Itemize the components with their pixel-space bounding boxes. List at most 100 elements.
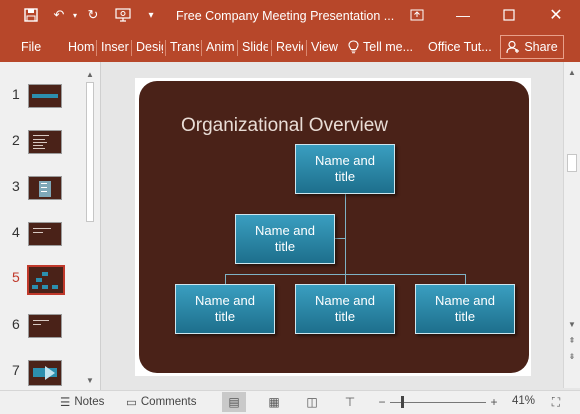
thumbnail-item[interactable]: 5 <box>0 265 84 303</box>
ribbon-display-icon[interactable] <box>402 4 432 26</box>
node-line2: title <box>214 309 236 324</box>
zoom-slider-thumb[interactable] <box>401 396 404 408</box>
org-node-bottom-center[interactable]: Name and title <box>295 284 395 334</box>
tab-animations[interactable]: Animations <box>206 40 235 54</box>
node-line2: title <box>454 309 476 324</box>
node-line2: title <box>274 239 296 254</box>
node-line1: Name and <box>255 223 315 238</box>
ribbon-tabs: File Home Insert Design Transitions Anim… <box>0 32 580 62</box>
slide-thumbnail[interactable] <box>28 314 62 338</box>
org-node-top[interactable]: Name and title <box>295 144 395 194</box>
reading-view-icon[interactable]: ◫ <box>300 392 324 412</box>
thumbnail-number: 2 <box>12 132 20 148</box>
zoom-in-icon[interactable]: + <box>482 392 506 412</box>
tell-me-box[interactable]: Tell me... <box>348 40 413 54</box>
tab-divider <box>165 40 166 56</box>
org-connector <box>345 194 346 278</box>
title-bar: ↶ ▾ ↻ ▾ Free Company Meeting Presentatio… <box>0 0 580 32</box>
fit-to-window-icon[interactable]: ⛶ <box>544 392 568 412</box>
undo-dropdown-icon[interactable]: ▾ <box>66 6 84 24</box>
tab-design[interactable]: Design <box>136 40 163 54</box>
tab-home[interactable]: Home <box>68 40 95 54</box>
zoom-level[interactable]: 41% <box>512 395 535 407</box>
org-connector <box>465 274 466 284</box>
slide-thumbnail[interactable] <box>28 176 62 200</box>
scroll-down-icon[interactable]: ▼ <box>566 318 578 330</box>
node-line2: title <box>334 309 356 324</box>
slide-thumbnail[interactable] <box>28 130 62 154</box>
notes-button[interactable]: ☰ Notes <box>60 395 104 409</box>
scroll-up-icon[interactable]: ▲ <box>84 68 96 80</box>
thumbnail-number: 7 <box>12 362 20 378</box>
tab-divider <box>131 40 132 56</box>
next-slide-icon[interactable]: ⇟ <box>566 350 578 362</box>
slide-thumbnail-selected[interactable] <box>27 265 65 295</box>
zoom-slider[interactable] <box>390 402 486 403</box>
scroll-thumb[interactable] <box>86 82 94 222</box>
slide-background: Organizational Overview Name and title Na… <box>139 81 529 373</box>
customize-icon[interactable]: ▾ <box>142 6 160 24</box>
tab-transitions[interactable]: Transitions <box>170 40 199 54</box>
present-icon[interactable] <box>114 6 132 24</box>
scroll-down-icon[interactable]: ▼ <box>84 374 96 386</box>
thumbnail-item[interactable]: 3 <box>0 176 84 212</box>
tab-file[interactable]: File <box>21 40 41 54</box>
save-icon[interactable] <box>22 6 40 24</box>
thumbnail-number: 1 <box>12 86 20 102</box>
node-line1: Name and <box>195 293 255 308</box>
org-connector <box>345 274 346 284</box>
minimize-icon[interactable]: — <box>448 4 478 26</box>
maximize-icon[interactable] <box>494 4 524 26</box>
editor-scrollbar[interactable]: ▲ ▼ ⇞ ⇟ <box>563 62 580 388</box>
tab-divider <box>201 40 202 56</box>
org-node-bottom-left[interactable]: Name and title <box>175 284 275 334</box>
tab-divider <box>96 40 97 56</box>
tab-office-tutorials[interactable]: Office Tut... <box>428 40 494 54</box>
status-bar: ☰ Notes ▭ Comments ▤ ▦ ◫ ⊤ − + 41% ⛶ <box>0 390 580 414</box>
slide-sorter-icon[interactable]: ▦ <box>262 392 286 412</box>
thumbnail-number: 4 <box>12 224 20 240</box>
share-label: Share <box>524 40 558 54</box>
person-icon <box>506 40 520 54</box>
slide-thumbnail[interactable] <box>28 360 62 386</box>
lightbulb-icon <box>348 40 359 54</box>
previous-slide-icon[interactable]: ⇞ <box>566 334 578 346</box>
node-line1: Name and <box>315 293 375 308</box>
tab-divider <box>271 40 272 56</box>
slideshow-view-icon[interactable]: ⊤ <box>338 392 362 412</box>
org-node-assistant[interactable]: Name and title <box>235 214 335 264</box>
scroll-up-icon[interactable]: ▲ <box>566 66 578 78</box>
thumbnail-item[interactable]: 1 <box>0 84 84 120</box>
slide-canvas[interactable]: Organizational Overview Name and title Na… <box>135 78 531 376</box>
share-button[interactable]: Share <box>500 35 564 59</box>
notes-label: Notes <box>74 396 105 408</box>
slide-title[interactable]: Organizational Overview <box>181 115 388 137</box>
comment-icon: ▭ <box>126 397 137 409</box>
node-line2: title <box>334 169 356 184</box>
thumbnail-item[interactable]: 2 <box>0 130 84 166</box>
thumbnail-number: 5 <box>12 269 20 285</box>
comments-label: Comments <box>140 396 197 408</box>
node-line1: Name and <box>435 293 495 308</box>
slide-thumbnail[interactable] <box>28 222 62 246</box>
tab-review[interactable]: Review <box>276 40 303 54</box>
normal-view-icon[interactable]: ▤ <box>222 392 246 412</box>
tab-view[interactable]: View <box>311 40 338 54</box>
tell-me-label: Tell me... <box>363 40 414 54</box>
redo-icon[interactable]: ↻ <box>84 6 102 24</box>
thumbnail-pane: 1 2 3 4 5 6 7 ▲ ▼ <box>0 62 101 390</box>
close-icon[interactable]: ✕ <box>541 4 571 26</box>
org-node-bottom-right[interactable]: Name and title <box>415 284 515 334</box>
thumbnail-item[interactable]: 4 <box>0 222 84 258</box>
thumbnail-item[interactable]: 6 <box>0 314 84 350</box>
slide-thumbnail[interactable] <box>28 84 62 108</box>
scroll-thumb[interactable] <box>567 154 577 172</box>
thumbnail-number: 6 <box>12 316 20 332</box>
tab-divider <box>306 40 307 56</box>
comments-button[interactable]: ▭ Comments <box>126 395 196 409</box>
thumbnail-number: 3 <box>12 178 20 194</box>
tab-insert[interactable]: Insert <box>101 40 129 54</box>
tab-slide-show[interactable]: Slide Show <box>242 40 268 54</box>
org-connector <box>335 238 345 239</box>
thumbnail-scrollbar[interactable]: ▲ ▼ <box>84 68 96 386</box>
